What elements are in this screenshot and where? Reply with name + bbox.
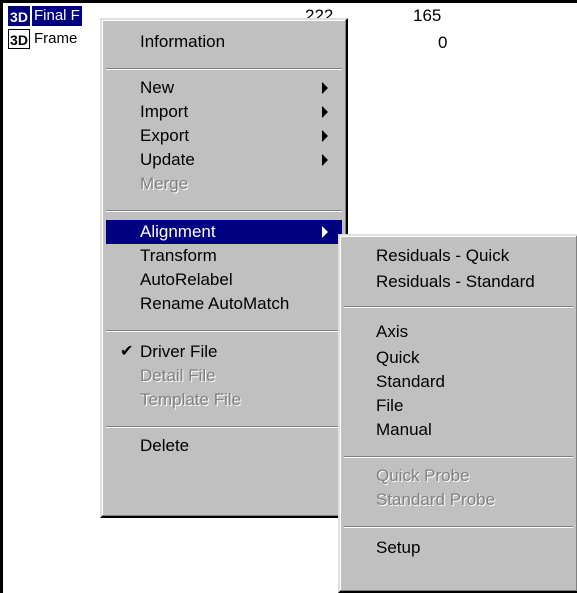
menu-item-label: Update: [140, 150, 195, 169]
menu-item-alignment[interactable]: Alignment: [106, 220, 342, 244]
menu-item-template-file[interactable]: Template File: [106, 388, 342, 412]
submenu-item-standard[interactable]: Standard: [344, 370, 573, 394]
menu-separator: [344, 526, 573, 528]
checkmark-icon: ✔: [120, 343, 134, 360]
menu-item-label: Quick Probe: [376, 466, 470, 485]
menu-separator: [344, 306, 573, 308]
menu-item-label: Standard: [376, 372, 445, 391]
submenu-arrow-icon: [322, 154, 328, 166]
menu-item-label: Export: [140, 126, 190, 145]
submenu-item-manual[interactable]: Manual: [344, 418, 573, 442]
row-value-2: 0: [438, 33, 448, 52]
window-top-border: [0, 0, 577, 3]
row-name[interactable]: Frame: [32, 29, 79, 49]
menu-item-label: Setup: [376, 538, 421, 557]
menu-item-new[interactable]: New: [106, 76, 342, 100]
submenu-item-axis[interactable]: Axis: [344, 320, 573, 344]
menu-separator: [106, 68, 342, 70]
3d-type-icon: 3D: [8, 6, 30, 26]
menu-item-driver-file[interactable]: ✔ Driver File: [106, 340, 342, 364]
row-value-2: 165: [413, 6, 442, 25]
menu-item-import[interactable]: Import: [106, 100, 342, 124]
menu-item-merge[interactable]: Merge: [106, 172, 342, 196]
alignment-submenu: Residuals - Quick Residuals - Standard A…: [338, 234, 577, 593]
menu-item-update[interactable]: Update: [106, 148, 342, 172]
submenu-item-quick-probe[interactable]: Quick Probe: [344, 464, 573, 488]
menu-item-label: File: [376, 396, 404, 415]
menu-item-detail-file[interactable]: Detail File: [106, 364, 342, 388]
menu-item-autorelabel[interactable]: AutoRelabel: [106, 268, 342, 292]
menu-item-label: Merge: [140, 174, 189, 193]
submenu-item-residuals-quick[interactable]: Residuals - Quick: [344, 244, 573, 268]
window-left-border: [0, 0, 3, 593]
table-row[interactable]: 3D Final F: [8, 5, 82, 27]
menu-item-label: AutoRelabel: [140, 270, 233, 289]
menu-item-label: Delete: [140, 436, 190, 455]
submenu-arrow-icon: [322, 226, 328, 238]
menu-item-label: Rename AutoMatch: [140, 294, 290, 313]
submenu-item-quick[interactable]: Quick: [344, 346, 573, 370]
menu-item-label: Standard Probe: [376, 490, 496, 509]
menu-item-label: New: [140, 78, 175, 97]
submenu-item-residuals-standard[interactable]: Residuals - Standard: [344, 270, 573, 294]
submenu-item-standard-probe[interactable]: Standard Probe: [344, 488, 573, 512]
menu-item-label: Template File: [140, 390, 242, 409]
submenu-arrow-icon: [322, 130, 328, 142]
menu-item-label: Quick: [376, 348, 420, 367]
submenu-arrow-icon: [322, 106, 328, 118]
menu-separator: [106, 330, 342, 332]
menu-separator: [344, 456, 573, 458]
context-menu: Information New Import Export Update Mer…: [100, 18, 348, 518]
menu-item-label: Detail File: [140, 366, 216, 385]
menu-separator: [106, 210, 342, 212]
menu-item-label: Residuals - Standard: [376, 272, 535, 291]
menu-item-rename-automatch[interactable]: Rename AutoMatch: [106, 292, 342, 316]
menu-item-label: Alignment: [140, 222, 216, 241]
menu-item-information[interactable]: Information: [106, 30, 342, 54]
menu-item-export[interactable]: Export: [106, 124, 342, 148]
table-row[interactable]: 3D Frame: [8, 28, 79, 50]
menu-separator: [106, 426, 342, 428]
menu-item-label: Import: [140, 102, 189, 121]
menu-item-label: Residuals - Quick: [376, 246, 510, 265]
menu-item-label: Transform: [140, 246, 217, 265]
menu-item-label: Manual: [376, 420, 432, 439]
submenu-item-setup[interactable]: Setup: [344, 536, 573, 560]
menu-item-label: Driver File: [140, 342, 218, 361]
menu-item-label: Information: [140, 32, 226, 51]
submenu-item-file[interactable]: File: [344, 394, 573, 418]
3d-type-icon: 3D: [8, 29, 30, 49]
menu-item-delete[interactable]: Delete: [106, 434, 342, 458]
menu-item-transform[interactable]: Transform: [106, 244, 342, 268]
row-name[interactable]: Final F: [32, 6, 82, 26]
menu-item-label: Axis: [376, 322, 409, 341]
submenu-arrow-icon: [322, 82, 328, 94]
